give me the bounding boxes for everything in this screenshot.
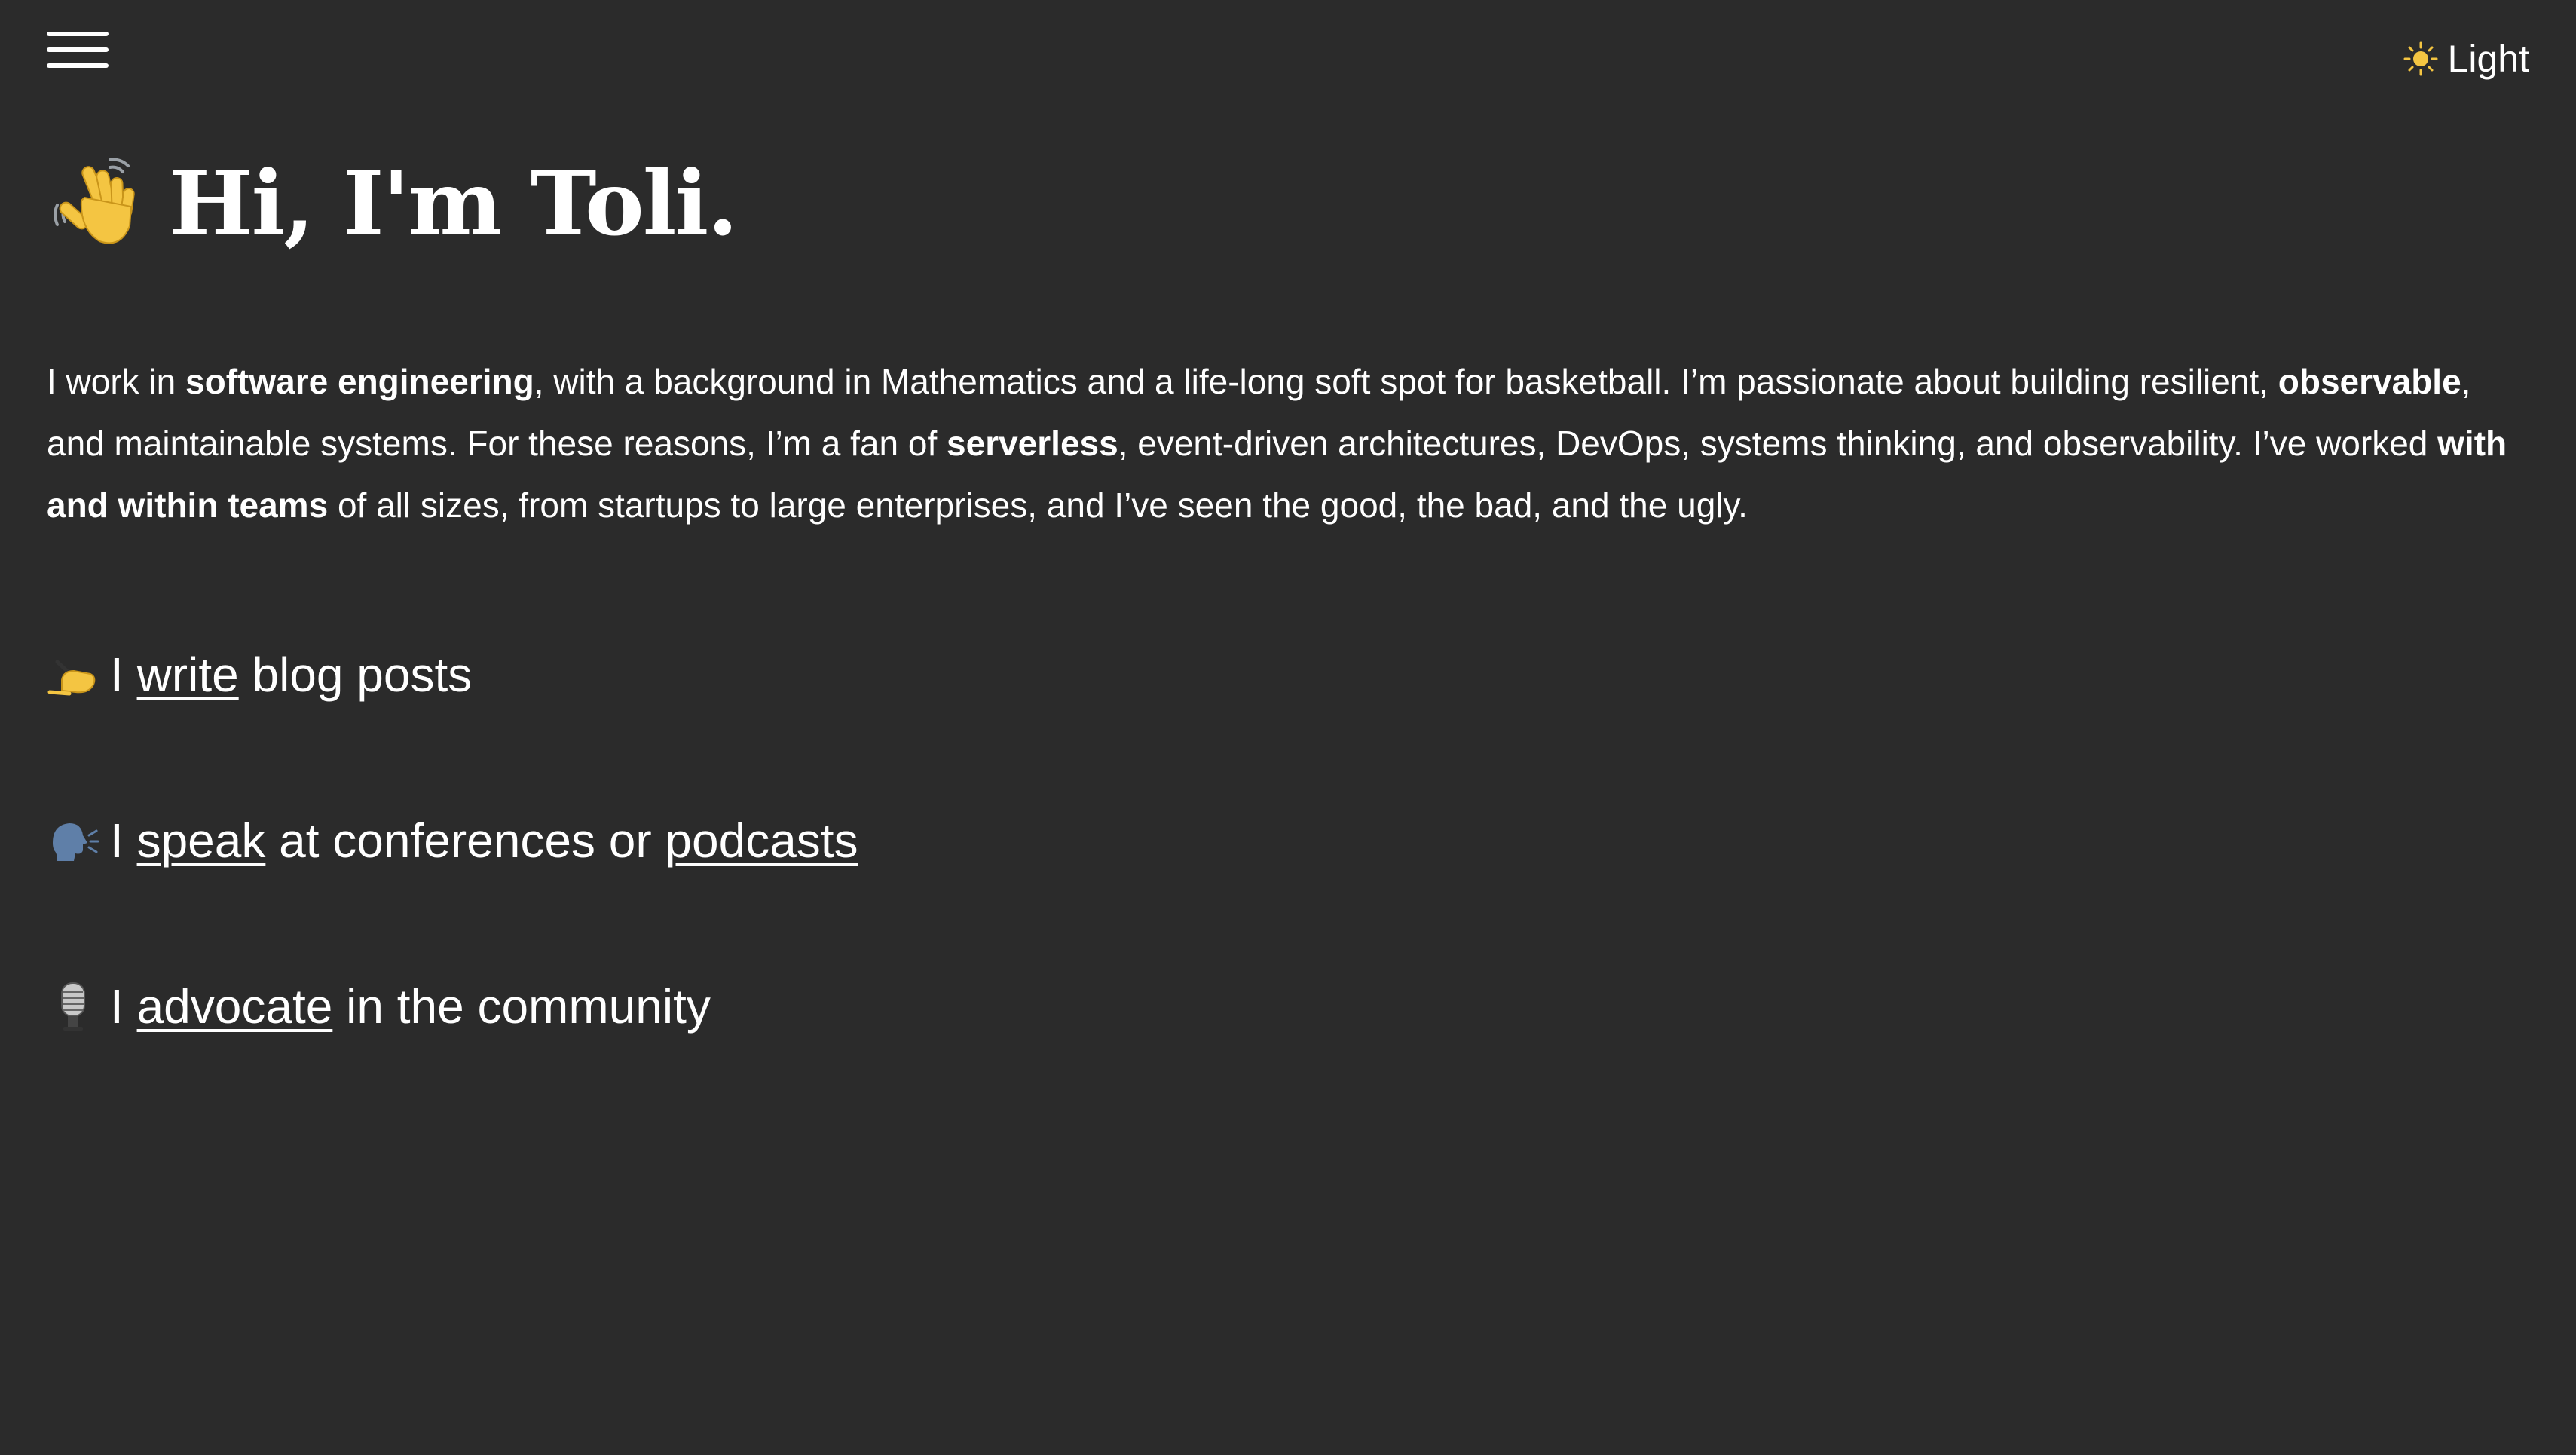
menu-bar-middle xyxy=(47,47,109,52)
speaking-head-icon xyxy=(53,823,99,861)
speak-link[interactable]: speak xyxy=(137,810,266,871)
write-prefix: I xyxy=(110,648,124,702)
sun-icon xyxy=(2403,41,2438,76)
writing-hand-icon xyxy=(47,660,96,696)
intro-text-5: of all sizes, from startups to large ent… xyxy=(328,486,1748,525)
list-item-speak: I speak at conferences or podcasts xyxy=(47,810,858,871)
intro-text-2: , with a background in Mathematics and a… xyxy=(534,362,2278,401)
page-title: Hi, I'm Toli. xyxy=(169,151,738,256)
waving-hand-icon xyxy=(54,158,135,244)
intro-text-1: I work in xyxy=(47,362,186,401)
advocate-suffix: in the community xyxy=(346,979,711,1034)
intro-text-4: , event-driven architectures, DevOps, sy… xyxy=(1118,424,2438,463)
intro-bold-observable: observable xyxy=(2278,362,2461,401)
page: Light Hi, I'm Toli. I work in software e… xyxy=(0,0,2576,1455)
hamburger-menu-icon[interactable] xyxy=(47,32,109,71)
advocate-link[interactable]: advocate xyxy=(137,976,333,1037)
podcasts-link[interactable]: podcasts xyxy=(665,810,858,871)
intro-paragraph: I work in software engineering, with a b… xyxy=(47,351,2534,536)
speak-prefix: I xyxy=(110,813,124,868)
write-link[interactable]: write xyxy=(137,645,239,705)
list-item-advocate: I advocate in the community xyxy=(47,976,711,1037)
write-suffix: blog posts xyxy=(252,648,473,702)
intro-bold-serverless: serverless xyxy=(947,424,1118,463)
menu-bar-bottom xyxy=(47,63,109,68)
microphone-icon xyxy=(61,982,85,1031)
hero: Hi, I'm Toli. xyxy=(47,147,738,260)
menu-bar-top xyxy=(47,32,109,36)
speak-middle: at conferences or xyxy=(279,813,652,868)
list-item-write: I write blog posts xyxy=(47,645,472,705)
theme-toggle-button[interactable]: Light xyxy=(2403,36,2529,81)
intro-bold-software-engineering: software engineering xyxy=(185,362,534,401)
advocate-prefix: I xyxy=(110,979,124,1034)
theme-toggle-label: Light xyxy=(2447,38,2529,80)
